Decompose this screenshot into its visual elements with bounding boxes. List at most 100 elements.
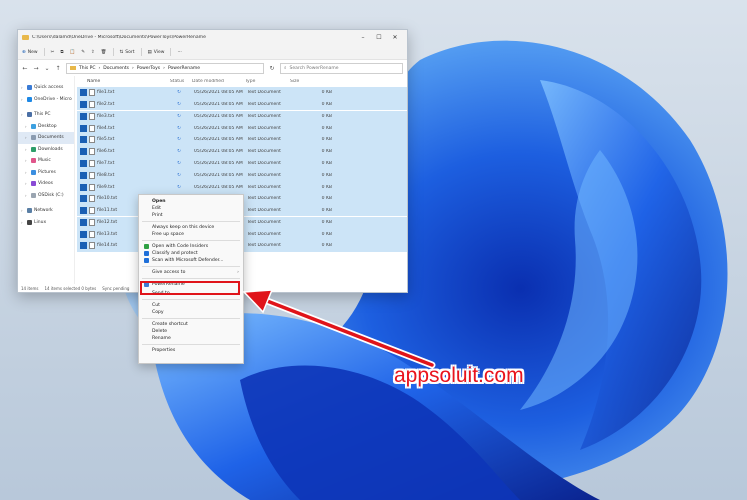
nav-item[interactable]: › OneDrive - Micro <box>18 94 74 106</box>
forward-icon[interactable]: → <box>33 65 39 72</box>
breadcrumb-documents[interactable]: Documents <box>103 66 129 71</box>
copy-icon[interactable]: ⧉ <box>60 49 63 55</box>
menu-item[interactable]: Scan with Microsoft Defender... <box>139 257 243 264</box>
nav-item[interactable]: › Downloads <box>18 144 74 156</box>
checkbox-icon[interactable] <box>80 89 87 97</box>
title-bar[interactable]: C:\Users\dalamd\OneDrive - Microsoft\Doc… <box>18 30 407 45</box>
menu-item[interactable]: Open <box>139 198 243 205</box>
new-button[interactable]: ⊕ New <box>22 50 38 55</box>
file-row[interactable]: file6.txt ↻ 05/26/2021 08:05 AM Text Docume… <box>77 145 407 158</box>
checkbox-icon[interactable] <box>80 183 87 191</box>
column-type[interactable]: Type <box>245 79 290 84</box>
menu-item[interactable]: Edit <box>139 205 243 212</box>
paste-icon[interactable]: 📋 <box>70 50 76 55</box>
file-row[interactable]: file2.txt ↻ 05/26/2021 08:05 AM Text Docume… <box>77 98 407 111</box>
checkbox-icon[interactable] <box>80 159 87 167</box>
menu-item[interactable]: Free up space <box>139 231 243 238</box>
chevron-right-icon[interactable]: › <box>21 85 25 90</box>
checkbox-icon[interactable] <box>80 136 87 144</box>
menu-item[interactable]: Cut <box>139 302 243 309</box>
breadcrumb-this-pc[interactable]: This PC <box>79 66 95 71</box>
sort-button[interactable]: ⇅ Sort <box>120 50 135 55</box>
checkbox-icon[interactable] <box>80 230 87 238</box>
chevron-right-icon[interactable]: › <box>21 112 25 117</box>
chevron-right-icon[interactable]: › <box>25 158 29 163</box>
view-button[interactable]: ▤ View <box>148 50 165 55</box>
file-row[interactable]: file8.txt ↻ 05/26/2021 08:05 AM Text Docume… <box>77 169 407 182</box>
file-size: 0 KB <box>321 231 332 237</box>
breadcrumb-powertoys[interactable]: PowerToys <box>137 66 160 71</box>
checkbox-icon[interactable] <box>80 242 87 250</box>
chevron-right-icon[interactable]: › <box>25 181 29 186</box>
column-name[interactable]: Name <box>75 79 162 84</box>
nav-item[interactable]: › OSDisk (C:) <box>18 190 74 202</box>
menu-item[interactable]: Copy <box>139 309 243 316</box>
menu-item[interactable]: Create shortcut <box>139 321 243 328</box>
breadcrumb-powerrename[interactable]: PowerRename <box>168 66 200 71</box>
maximize-button[interactable]: ☐ <box>371 34 387 41</box>
file-type: Text Document <box>247 102 281 108</box>
file-row[interactable]: file5.txt ↻ 05/26/2021 08:05 AM Text Docume… <box>77 134 407 146</box>
menu-item[interactable]: Give access to › <box>139 269 243 276</box>
column-status[interactable]: Status <box>162 79 192 84</box>
column-size[interactable]: Size <box>290 79 334 84</box>
close-button[interactable]: ✕ <box>387 34 403 41</box>
more-button[interactable]: ··· <box>177 50 181 55</box>
refresh-icon[interactable]: ↻ <box>269 65 275 72</box>
nav-item-label: Downloads <box>38 146 63 152</box>
checkbox-icon[interactable] <box>80 171 87 179</box>
file-date: 05/26/2021 08:05 AM <box>194 125 243 131</box>
checkbox-icon[interactable] <box>80 218 87 226</box>
powerrename-highlight-box <box>140 281 240 295</box>
menu-item[interactable]: Print <box>139 212 243 219</box>
menu-item[interactable]: Open with Code Insiders <box>139 243 243 250</box>
chevron-right-icon[interactable]: › <box>25 135 29 140</box>
chevron-right-icon[interactable]: › <box>25 124 29 129</box>
chevron-right-icon[interactable]: › <box>21 208 25 213</box>
column-date-modified[interactable]: Date modified <box>192 79 245 84</box>
nav-item[interactable]: › Network <box>18 205 74 217</box>
divider <box>170 48 172 56</box>
search-input[interactable]: ⌕ Search PowerRename <box>280 62 403 74</box>
chevron-right-icon[interactable]: › <box>21 97 25 102</box>
chevron-right-icon[interactable]: › <box>21 220 25 225</box>
back-icon[interactable]: ← <box>22 65 28 72</box>
file-row[interactable]: file4.txt ↻ 05/26/2021 08:05 AM Text Docume… <box>77 122 407 134</box>
nav-item[interactable]: › Desktop <box>18 121 74 133</box>
menu-item[interactable]: Delete <box>139 328 243 335</box>
up-icon[interactable]: ↑ <box>55 65 61 72</box>
delete-icon[interactable]: 🗑 <box>101 50 107 55</box>
menu-item[interactable]: Rename <box>139 335 243 342</box>
checkbox-icon[interactable] <box>80 101 87 109</box>
checkbox-icon[interactable] <box>80 195 87 203</box>
chevron-down-icon[interactable]: ⌄ <box>44 65 50 72</box>
nav-item[interactable]: › This PC <box>18 109 74 121</box>
minimize-button[interactable]: – <box>355 34 371 41</box>
menu-item[interactable]: Always keep on this device <box>139 224 243 231</box>
share-icon[interactable]: ⇪ <box>91 50 95 55</box>
file-row[interactable]: file1.txt ↻ 05/26/2021 08:05 AM Text Docume… <box>77 87 407 99</box>
chevron-right-icon[interactable]: › <box>25 147 29 152</box>
file-row[interactable]: file9.txt ↻ 05/26/2021 08:05 AM Text Docume… <box>77 181 407 193</box>
address-bar[interactable]: This PC › Documents › PowerToys › PowerRena… <box>66 62 264 74</box>
menu-item[interactable]: Properties <box>139 347 243 354</box>
nav-item[interactable]: › Videos <box>18 178 74 190</box>
file-row[interactable]: file3.txt ↻ 05/26/2021 08:05 AM Text Docume… <box>77 110 407 123</box>
folder-icon <box>27 85 32 91</box>
checkbox-icon[interactable] <box>80 207 87 215</box>
chevron-right-icon[interactable]: › <box>25 193 29 198</box>
checkbox-icon[interactable] <box>80 148 87 156</box>
nav-item[interactable]: › Music <box>18 155 74 167</box>
checkbox-icon[interactable] <box>80 124 87 132</box>
menu-separator <box>142 278 240 279</box>
file-row[interactable]: file7.txt ↻ 05/26/2021 08:05 AM Text Docume… <box>77 157 407 170</box>
rename-icon[interactable]: ✎ <box>81 50 85 55</box>
nav-item[interactable]: › Documents <box>18 132 74 144</box>
checkbox-icon[interactable] <box>80 112 87 120</box>
nav-item[interactable]: › Linux <box>18 217 74 229</box>
nav-item[interactable]: › Pictures <box>18 167 74 179</box>
menu-item[interactable]: Classify and protect <box>139 250 243 257</box>
cut-icon[interactable]: ✂ <box>51 50 55 55</box>
nav-item[interactable]: › Quick access <box>18 82 74 94</box>
chevron-right-icon[interactable]: › <box>25 170 29 175</box>
